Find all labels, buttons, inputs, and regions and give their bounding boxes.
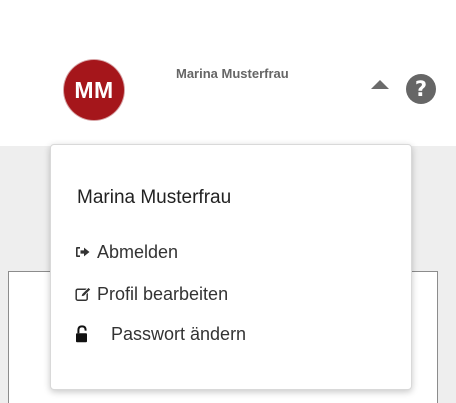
menu-item-logout[interactable]: Abmelden (75, 239, 178, 265)
unlock-icon (75, 324, 111, 344)
question-circle-icon[interactable]: ? (406, 74, 436, 104)
edit-icon (75, 284, 97, 304)
menu-item-label: Passwort ändern (111, 323, 247, 344)
avatar-initials: MM (74, 76, 114, 103)
dropdown-user-name: Marina Musterfrau (77, 187, 232, 208)
user-dropdown-menu: Marina Musterfrau Abmelden Profil bearbe… (50, 144, 412, 390)
menu-item-edit-profile[interactable]: Profil bearbeiten (75, 281, 228, 307)
caret-up-icon[interactable] (371, 80, 389, 89)
menu-item-label: Profil bearbeiten (97, 283, 229, 304)
user-avatar[interactable]: MM (64, 60, 124, 120)
sign-out-icon (75, 242, 97, 262)
header-user-name[interactable]: Marina Musterfrau (176, 66, 289, 81)
menu-item-label: Abmelden (97, 241, 179, 262)
menu-item-change-password[interactable]: Passwort ändern (75, 321, 246, 347)
